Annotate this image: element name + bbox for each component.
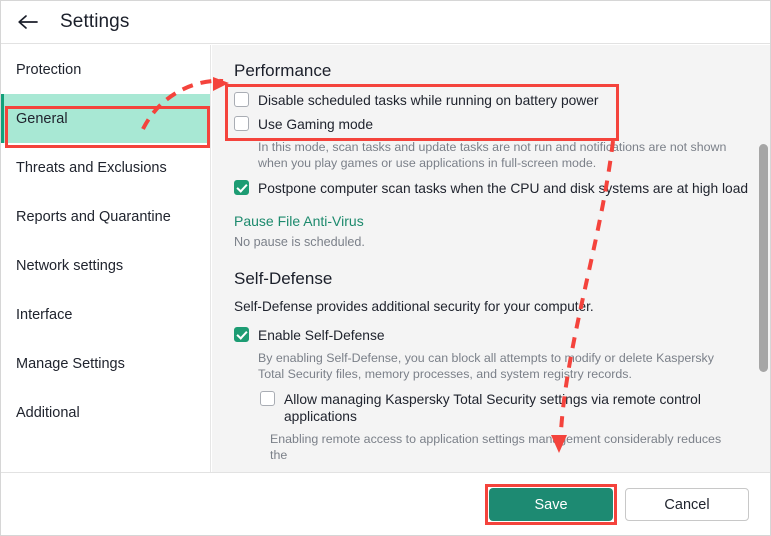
settings-window: Settings Protection General Threats and … (0, 0, 771, 536)
sidebar-item-label: Threats and Exclusions (16, 159, 167, 176)
setting-row-postpone-scan-tasks[interactable]: Postpone computer scan tasks when the CP… (212, 179, 756, 197)
arrow-left-icon (17, 14, 39, 30)
sidebar-item-label: Additional (16, 404, 80, 421)
setting-row-enable-self-defense[interactable]: Enable Self-Defense (212, 326, 756, 344)
sidebar-item-additional[interactable]: Additional (1, 388, 210, 437)
sidebar-item-general[interactable]: General (1, 94, 210, 143)
checkbox-postpone-scan-tasks[interactable] (234, 180, 249, 195)
scrollbar-thumb[interactable] (759, 144, 768, 372)
checkbox-use-gaming-mode[interactable] (234, 116, 249, 131)
content-scroll-area: Performance Disable scheduled tasks whil… (212, 45, 756, 471)
sidebar-item-label: Protection (16, 61, 82, 78)
performance-heading: Performance (234, 61, 332, 80)
setting-label: Use Gaming mode (258, 117, 374, 132)
back-button[interactable] (11, 5, 45, 39)
setting-label: Enable Self-Defense (258, 328, 385, 343)
sidebar-item-protection[interactable]: Protection (1, 45, 210, 94)
cancel-button[interactable]: Cancel (625, 488, 749, 521)
setting-label: Postpone computer scan tasks when the CP… (258, 181, 749, 196)
content-scrollbar[interactable] (756, 45, 770, 472)
settings-content-panel: Performance Disable scheduled tasks whil… (212, 45, 770, 472)
checkbox-allow-remote-management[interactable] (260, 391, 275, 406)
sidebar-item-label: Manage Settings (16, 355, 125, 372)
sidebar-item-label: Network settings (16, 257, 124, 274)
sidebar-item-threats-and-exclusions[interactable]: Threats and Exclusions (1, 143, 210, 192)
self-defense-heading: Self-Defense (234, 269, 333, 288)
page-title: Settings (60, 11, 130, 32)
checkbox-enable-self-defense[interactable] (234, 327, 249, 342)
setting-label: Allow managing Kaspersky Total Security … (284, 392, 701, 424)
pause-file-anti-virus-link[interactable]: Pause File Anti-Virus (212, 213, 756, 229)
sidebar-item-label: Interface (16, 306, 73, 323)
sidebar-item-network-settings[interactable]: Network settings (1, 241, 210, 290)
sidebar-item-reports-and-quarantine[interactable]: Reports and Quarantine (1, 192, 210, 241)
remote-management-help-text: Enabling remote access to application se… (270, 432, 722, 462)
self-defense-help-text: By enabling Self-Defense, you can block … (258, 351, 714, 381)
setting-row-allow-remote-management[interactable]: Allow managing Kaspersky Total Security … (212, 390, 756, 425)
checkbox-disable-scheduled-tasks[interactable] (234, 92, 249, 107)
sidebar-item-label: Reports and Quarantine (16, 208, 171, 225)
pause-status-text: No pause is scheduled. (234, 235, 365, 249)
sidebar-item-label: General (16, 110, 68, 127)
title-bar: Settings (1, 1, 770, 44)
setting-row-use-gaming-mode[interactable]: Use Gaming mode (212, 115, 756, 133)
settings-sidebar: Protection General Threats and Exclusion… (1, 45, 211, 472)
save-button[interactable]: Save (489, 488, 613, 521)
setting-row-disable-scheduled-tasks[interactable]: Disable scheduled tasks while running on… (212, 91, 756, 109)
sidebar-item-manage-settings[interactable]: Manage Settings (1, 339, 210, 388)
sidebar-item-interface[interactable]: Interface (1, 290, 210, 339)
setting-label: Disable scheduled tasks while running on… (258, 93, 599, 108)
gaming-mode-help-text: In this mode, scan tasks and update task… (258, 140, 727, 170)
self-defense-description: Self-Defense provides additional securit… (234, 299, 594, 314)
